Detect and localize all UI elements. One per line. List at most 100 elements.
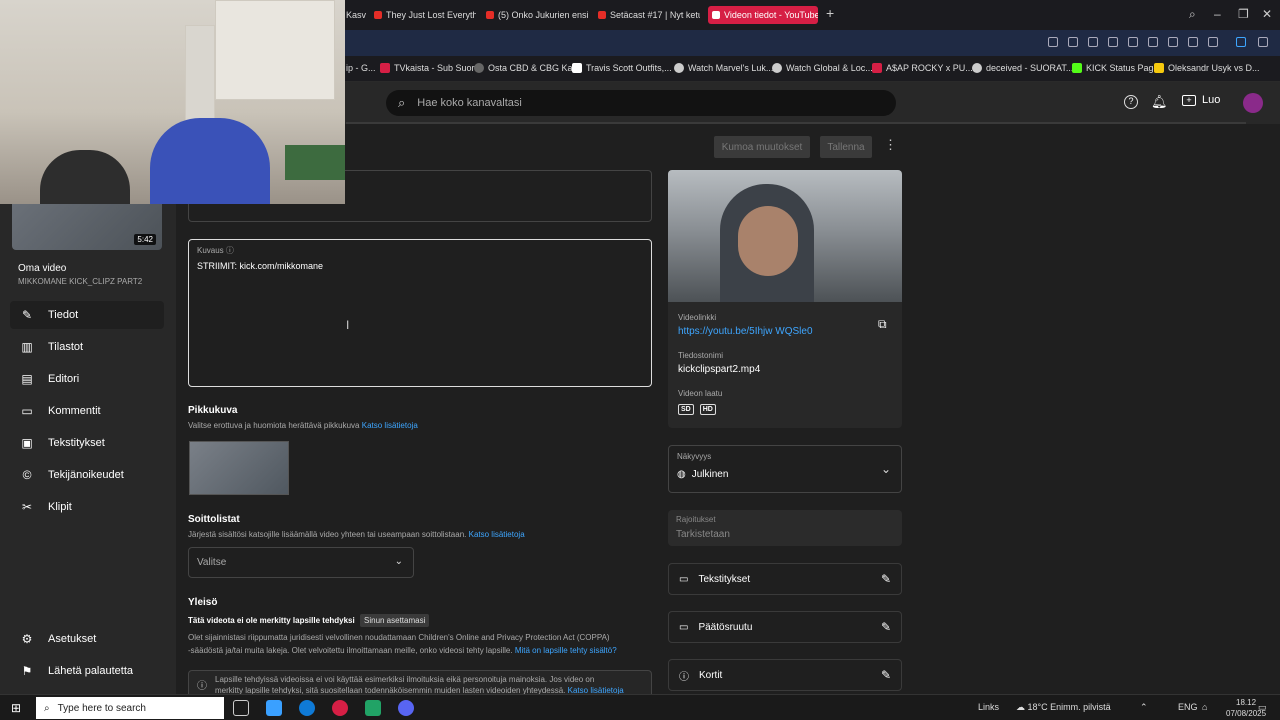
extension-icon[interactable] xyxy=(1108,37,1118,47)
browser-tab[interactable]: Kasvatusta koi xyxy=(346,6,366,24)
browser-tab[interactable]: They Just Lost Everything xyxy=(374,6,476,24)
description-value: STRIIMIT: kick.com/mikkomane xyxy=(197,261,324,271)
sidebar-item-label: Tekstitykset xyxy=(48,437,105,449)
bookmark[interactable]: Watch Marvel's Luk... xyxy=(674,63,773,73)
opera-icon[interactable] xyxy=(332,700,348,716)
weather-widget[interactable]: ☁ 18°C Enimm. pilvistä xyxy=(1016,702,1111,713)
thumbnail-learn-more-link[interactable]: Katso lisätietoja xyxy=(362,421,418,430)
discord-icon[interactable] xyxy=(398,700,414,716)
bookmark[interactable]: Oleksandr Usyk vs D... xyxy=(1154,63,1260,73)
close-icon[interactable]: ✕ xyxy=(1262,7,1272,21)
gear-icon: ⚙ xyxy=(21,632,33,646)
visibility-select[interactable]: Näkyvyys ◍ Julkinen ⌄ xyxy=(668,445,902,493)
ai-icon[interactable] xyxy=(1236,37,1246,47)
sidebar-item-tilastot[interactable]: ▥ Tilastot xyxy=(10,333,164,361)
bookmark[interactable]: Osta CBD & CBG Ka... xyxy=(474,63,580,73)
bookmark[interactable]: ip - G... xyxy=(346,63,376,73)
more-options-icon[interactable]: ⋮ xyxy=(884,137,897,153)
bookmark[interactable]: Travis Scott Outfits,... xyxy=(572,63,672,73)
comment-icon: ▭ xyxy=(21,404,33,418)
audience-status: Tätä videota ei ole merkitty lapsille te… xyxy=(188,616,355,625)
shield-icon[interactable] xyxy=(1088,37,1098,47)
windows-start-icon[interactable]: ⊞ xyxy=(11,701,21,715)
copilot-icon[interactable] xyxy=(266,700,282,716)
bookmark[interactable]: KICK Status Page xyxy=(1072,63,1159,73)
links-toolbar[interactable]: Links xyxy=(978,702,999,712)
app-icon[interactable] xyxy=(365,700,381,716)
bell-icon[interactable]: 🔔︎ xyxy=(1151,94,1168,110)
sidebar-item-tiedot[interactable]: ✎ Tiedot xyxy=(10,301,164,329)
undo-changes-button[interactable]: Kumoa muutokset xyxy=(714,136,810,158)
browser-tab[interactable]: (5) Onko Jukurien ensi ka xyxy=(486,6,588,24)
thumbnail-option[interactable] xyxy=(189,441,289,495)
task-view-icon[interactable] xyxy=(233,700,249,716)
notice-text: merkitty lapsille tehdyksi, sitä suosite… xyxy=(215,686,624,694)
description-label: Kuvaus ⓘ xyxy=(197,246,234,255)
restore-icon[interactable]: ❐ xyxy=(1238,7,1249,21)
subtitles-row[interactable]: ▭ Tekstitykset ✎ xyxy=(668,563,902,595)
sidebar-item-asetukset[interactable]: ⚙ Asetukset xyxy=(10,625,164,653)
bookmark[interactable]: Watch Global & Loc... xyxy=(772,63,873,73)
minimize-icon[interactable]: – xyxy=(1214,7,1221,21)
profile-icon[interactable] xyxy=(1208,37,1218,47)
sidebar-item-klipit[interactable]: ✂ Klipit xyxy=(10,493,164,521)
help-icon[interactable]: ? xyxy=(1124,95,1138,109)
playlist-select[interactable]: Valitse ⌄ xyxy=(188,547,414,578)
video-preview[interactable] xyxy=(668,170,902,302)
edit-icon[interactable] xyxy=(1048,37,1058,47)
sidebar-item-label: Asetukset xyxy=(48,633,97,645)
heart-icon[interactable] xyxy=(1148,37,1158,47)
bookmark-icon xyxy=(972,63,982,73)
duration-badge: 5:42 xyxy=(134,234,156,245)
tray-expand-icon[interactable]: ⌃ xyxy=(1140,702,1148,713)
menu-icon[interactable] xyxy=(1188,37,1198,47)
sidebar-item-tekstitykset[interactable]: ▣ Tekstitykset xyxy=(10,429,164,457)
bookmark[interactable]: deceived - SUORAT... xyxy=(972,63,1073,73)
bookmark[interactable]: A$AP ROCKY x PU... xyxy=(872,63,973,73)
copy-icon[interactable]: ⧉ xyxy=(878,317,887,332)
sidebar-item-label: Tekijänoikeudet xyxy=(48,469,124,481)
video-thumbnail[interactable]: 5:42 xyxy=(12,204,162,250)
create-label: Luo xyxy=(1202,94,1221,106)
video-preview-card: Videolinkki https://youtu.be/5Ihjw WQSle… xyxy=(668,170,902,428)
new-tab-button[interactable]: + xyxy=(826,5,834,21)
row-label: Kortit xyxy=(699,669,723,681)
playlists-learn-more-link[interactable]: Katso lisätietoja xyxy=(469,530,525,539)
video-link[interactable]: https://youtu.be/5Ihjw WQSle0 xyxy=(678,326,813,337)
pencil-icon[interactable]: ✎ xyxy=(881,572,891,586)
notification-icon[interactable]: ▭ xyxy=(1258,702,1267,713)
notice-learn-more-link[interactable]: Katso lisätietoja xyxy=(568,686,624,694)
language-indicator[interactable]: ENG xyxy=(1178,702,1198,712)
description-field[interactable]: Kuvaus ⓘ STRIIMIT: kick.com/mikkomane I xyxy=(188,239,652,387)
camera-icon[interactable] xyxy=(1068,37,1078,47)
sidebar-item-editori[interactable]: ▤ Editori xyxy=(10,365,164,393)
pencil-icon[interactable]: ✎ xyxy=(881,620,891,634)
cards-row[interactable]: ⓘ Kortit ✎ xyxy=(668,659,902,691)
create-button[interactable]: + Luo xyxy=(1182,94,1220,106)
sidebar-item-kommentit[interactable]: ▭ Kommentit xyxy=(10,397,164,425)
network-icon[interactable]: ⌂ xyxy=(1202,702,1207,712)
bookmark[interactable]: TVkaista - Sub Suora xyxy=(380,63,480,73)
browser-tab-active[interactable]: Videon tiedot - YouTube xyxy=(708,6,818,24)
play-icon[interactable] xyxy=(1128,37,1138,47)
channel-search-input[interactable]: ⌕ Hae koko kanavaltasi xyxy=(386,90,896,116)
download-icon[interactable] xyxy=(1168,37,1178,47)
edge-icon[interactable] xyxy=(299,700,315,716)
taskbar-search-input[interactable]: ⌕ Type here to search xyxy=(36,697,224,719)
pencil-icon[interactable]: ✎ xyxy=(881,668,891,682)
avatar[interactable] xyxy=(1243,93,1263,113)
bookmark-label: Osta CBD & CBG Ka... xyxy=(488,63,581,73)
browser-tab[interactable]: Setäcast #17 | Nyt ketuttaa xyxy=(598,6,700,24)
row-label: Tekstitykset xyxy=(698,573,751,585)
made-for-kids-link[interactable]: Mitä on lapsille tehty sisältö? xyxy=(515,646,617,655)
search-tabs-icon[interactable]: ⌕ xyxy=(1189,7,1196,22)
row-label: Päätösruutu xyxy=(698,621,753,633)
save-button[interactable]: Tallenna xyxy=(820,136,872,158)
audience-badge: Sinun asettamasi xyxy=(360,614,430,627)
visibility-value: ◍ Julkinen xyxy=(677,469,729,480)
end-screen-row[interactable]: ▭ Päätösruutu ✎ xyxy=(668,611,902,643)
restrictions-label: Rajoitukset xyxy=(676,515,716,524)
settings-icon[interactable] xyxy=(1258,37,1268,47)
sidebar-item-tekijanoikeudet[interactable]: © Tekijänoikeudet xyxy=(10,461,164,489)
sidebar-item-feedback[interactable]: ⚑ Lähetä palautetta xyxy=(10,657,164,685)
